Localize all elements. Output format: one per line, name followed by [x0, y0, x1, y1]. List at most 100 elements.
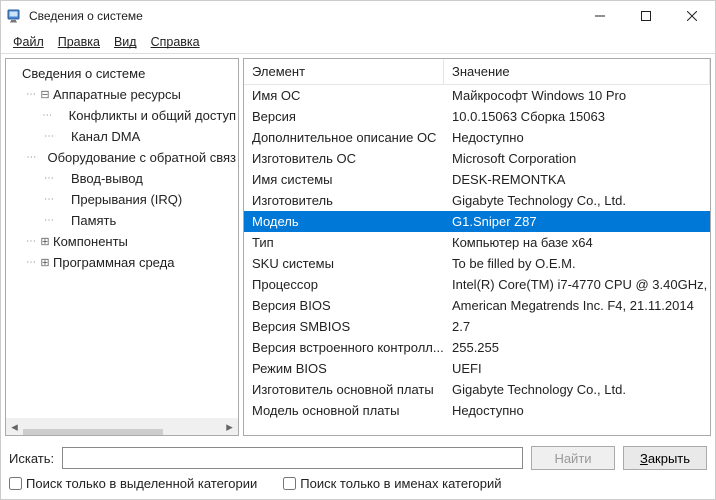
- cell-value: To be filled by O.E.M.: [444, 256, 710, 271]
- titlebar: Сведения о системе: [1, 1, 715, 31]
- cell-value: Intel(R) Core(TM) i7-4770 CPU @ 3.40GHz,: [444, 277, 710, 292]
- column-header-element[interactable]: Элемент: [244, 59, 444, 84]
- checkbox-category-names-label: Поиск только в именах категорий: [300, 476, 501, 491]
- table-row[interactable]: Версия10.0.15063 Сборка 15063: [244, 106, 710, 127]
- tree-item[interactable]: Сведения о системе: [8, 63, 236, 84]
- menu-edit[interactable]: Правка: [52, 33, 106, 51]
- checkbox-selected-category-input[interactable]: [9, 477, 22, 490]
- tree-item-label: Конфликты и общий доступ: [69, 108, 236, 123]
- tree-item-label: Канал DMA: [71, 129, 140, 144]
- tree-item-label: Аппаратные ресурсы: [53, 87, 181, 102]
- checkbox-selected-category[interactable]: Поиск только в выделенной категории: [9, 476, 257, 491]
- scroll-right-icon[interactable]: ▸: [221, 418, 238, 435]
- table-row[interactable]: Имя системыDESK-REMONTKA: [244, 169, 710, 190]
- cell-value: Недоступно: [444, 403, 710, 418]
- checkbox-row: Поиск только в выделенной категории Поис…: [9, 476, 707, 491]
- table-row[interactable]: Имя ОСМайкрософт Windows 10 Pro: [244, 85, 710, 106]
- cell-element: Изготовитель основной платы: [244, 382, 444, 397]
- tree-connector-icon: ⋯: [26, 89, 37, 100]
- table-row[interactable]: ИзготовительGigabyte Technology Co., Ltd…: [244, 190, 710, 211]
- tree-item[interactable]: ⋯⊟Аппаратные ресурсы: [8, 84, 236, 105]
- cell-element: Режим BIOS: [244, 361, 444, 376]
- cell-value: Компьютер на базе x64: [444, 235, 710, 250]
- cell-value: American Megatrends Inc. F4, 21.11.2014: [444, 298, 710, 313]
- tree-item[interactable]: ⋯⊞Компоненты: [8, 231, 236, 252]
- tree-connector-icon: ⋯: [44, 131, 55, 142]
- tree-connector-icon: ⋯: [44, 215, 55, 226]
- collapse-icon[interactable]: ⊟: [39, 88, 51, 101]
- tree-connector-icon: ⋯: [44, 194, 55, 205]
- cell-value: G1.Sniper Z87: [444, 214, 710, 229]
- tree-item[interactable]: ⋯ Память: [8, 210, 236, 231]
- tree-item-label: Прерывания (IRQ): [71, 192, 182, 207]
- menu-view[interactable]: Вид: [108, 33, 143, 51]
- table-row[interactable]: Версия встроенного контролл...255.255: [244, 337, 710, 358]
- menu-help[interactable]: Справка: [145, 33, 206, 51]
- tree-item[interactable]: ⋯ Оборудование с обратной связ: [8, 147, 236, 168]
- tree-item[interactable]: ⋯ Ввод-вывод: [8, 168, 236, 189]
- tree-item[interactable]: ⋯ Канал DMA: [8, 126, 236, 147]
- cell-element: Изготовитель: [244, 193, 444, 208]
- tree-item-label: Память: [71, 213, 116, 228]
- expand-icon[interactable]: ⊞: [39, 256, 51, 269]
- column-header-value[interactable]: Значение: [444, 59, 710, 84]
- tree-item[interactable]: ⋯ Прерывания (IRQ): [8, 189, 236, 210]
- checkbox-category-names[interactable]: Поиск только в именах категорий: [283, 476, 501, 491]
- table-row[interactable]: Изготовитель ОСMicrosoft Corporation: [244, 148, 710, 169]
- tree-pane: Сведения о системе⋯⊟Аппаратные ресурсы⋯К…: [5, 58, 239, 436]
- cell-value: DESK-REMONTKA: [444, 172, 710, 187]
- horizontal-scrollbar[interactable]: ◂ ▸: [6, 418, 238, 435]
- cell-value: Gigabyte Technology Co., Ltd.: [444, 382, 710, 397]
- cell-value: 10.0.15063 Сборка 15063: [444, 109, 710, 124]
- table-row[interactable]: МодельG1.Sniper Z87: [244, 211, 710, 232]
- search-row: Искать: Найти Закрыть: [9, 446, 707, 470]
- expand-icon[interactable]: ⊞: [39, 235, 51, 248]
- cell-element: Процессор: [244, 277, 444, 292]
- cell-element: Изготовитель ОС: [244, 151, 444, 166]
- minimize-button[interactable]: [577, 1, 623, 31]
- maximize-button[interactable]: [623, 1, 669, 31]
- tree-connector-icon: ⋯: [26, 257, 37, 268]
- cell-element: Тип: [244, 235, 444, 250]
- cell-value: Microsoft Corporation: [444, 151, 710, 166]
- tree-item-label: Ввод-вывод: [71, 171, 143, 186]
- tree-item[interactable]: ⋯⊞Программная среда: [8, 252, 236, 273]
- table-row[interactable]: Режим BIOSUEFI: [244, 358, 710, 379]
- checkbox-selected-category-label: Поиск только в выделенной категории: [26, 476, 257, 491]
- cell-value: Майкрософт Windows 10 Pro: [444, 88, 710, 103]
- tree-item[interactable]: ⋯Конфликты и общий доступ: [8, 105, 236, 126]
- table-pane: Элемент Значение Имя ОСМайкрософт Window…: [243, 58, 711, 436]
- tree-connector-icon: ⋯: [26, 236, 37, 247]
- menubar: Файл Правка Вид Справка: [1, 31, 715, 53]
- table-row[interactable]: Дополнительное описание ОСНедоступно: [244, 127, 710, 148]
- tree-connector-icon: ⋯: [44, 173, 55, 184]
- cell-element: Модель: [244, 214, 444, 229]
- cell-element: Версия SMBIOS: [244, 319, 444, 334]
- checkbox-category-names-input[interactable]: [283, 477, 296, 490]
- table-row[interactable]: ТипКомпьютер на базе x64: [244, 232, 710, 253]
- tree-item-label: Оборудование с обратной связ: [48, 150, 237, 165]
- cell-value: UEFI: [444, 361, 710, 376]
- table-row[interactable]: ПроцессорIntel(R) Core(TM) i7-4770 CPU @…: [244, 274, 710, 295]
- find-button[interactable]: Найти: [531, 446, 615, 470]
- table-row[interactable]: Изготовитель основной платыGigabyte Tech…: [244, 379, 710, 400]
- cell-value: 2.7: [444, 319, 710, 334]
- footer: Искать: Найти Закрыть Поиск только в выд…: [1, 440, 715, 499]
- table-row[interactable]: SKU системыTo be filled by O.E.M.: [244, 253, 710, 274]
- cell-value: 255.255: [444, 340, 710, 355]
- table-row[interactable]: Версия BIOSAmerican Megatrends Inc. F4, …: [244, 295, 710, 316]
- cell-element: SKU системы: [244, 256, 444, 271]
- content-area: Сведения о системе⋯⊟Аппаратные ресурсы⋯К…: [1, 53, 715, 440]
- window-controls: [577, 1, 715, 31]
- close-button[interactable]: [669, 1, 715, 31]
- tree-item-label: Сведения о системе: [22, 66, 145, 81]
- table-body[interactable]: Имя ОСМайкрософт Windows 10 ProВерсия10.…: [244, 85, 710, 435]
- tree-item-label: Программная среда: [53, 255, 174, 270]
- menu-file[interactable]: Файл: [7, 33, 50, 51]
- tree-connector-icon: ⋯: [26, 152, 37, 163]
- scroll-left-icon[interactable]: ◂: [6, 418, 23, 435]
- table-row[interactable]: Версия SMBIOS2.7: [244, 316, 710, 337]
- table-row[interactable]: Модель основной платыНедоступно: [244, 400, 710, 421]
- close-window-button[interactable]: Закрыть: [623, 446, 707, 470]
- search-input[interactable]: [62, 447, 523, 469]
